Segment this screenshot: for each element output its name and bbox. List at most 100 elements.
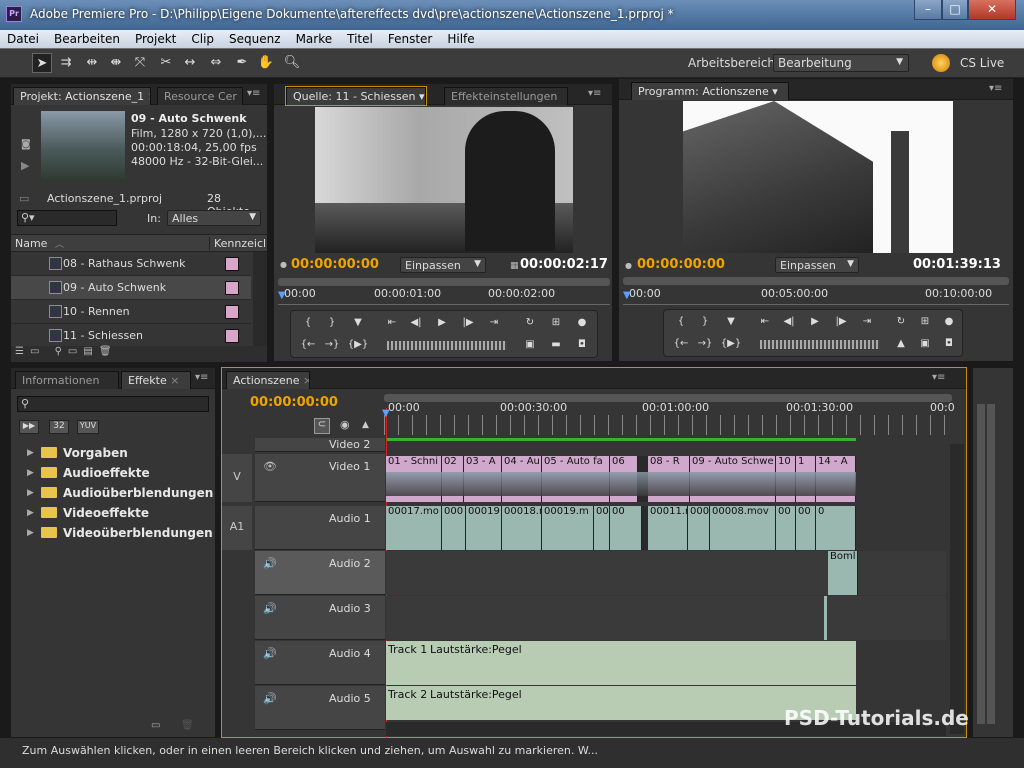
track-audio-4[interactable]: 🔊 Audio 4: [255, 641, 385, 685]
video-clip[interactable]: 09 - Auto Schwe: [690, 456, 776, 502]
zoom-tool-icon[interactable]: 🔍︎: [282, 53, 302, 73]
source-timecode[interactable]: 00:00:00:00: [291, 257, 379, 272]
slide-tool-icon[interactable]: ⇔: [206, 53, 226, 73]
menu-datei[interactable]: Datei: [0, 30, 47, 46]
track-audio-2[interactable]: 🔊 Audio 2: [255, 551, 385, 595]
menu-sequenz[interactable]: Sequenz: [222, 30, 289, 46]
col-name[interactable]: Name: [15, 237, 47, 250]
project-bottom-toolbar[interactable]: ☰▭ ⚲▭▤🗑: [11, 346, 267, 362]
audio-clip-sliver[interactable]: [824, 596, 827, 640]
tab-information[interactable]: Informationen: [15, 371, 119, 389]
audio-clip[interactable]: 00011.r: [648, 506, 688, 550]
workspace-select[interactable]: Bearbeitung ▼: [773, 54, 909, 72]
tab-resource[interactable]: Resource Cer: [157, 87, 243, 105]
overwrite-icon[interactable]: ▬: [545, 336, 567, 354]
video-target-v[interactable]: V: [222, 454, 252, 502]
speaker-icon[interactable]: 🔊: [263, 692, 277, 705]
menu-clip[interactable]: Clip: [184, 30, 222, 46]
jog-shuttle[interactable]: [760, 340, 880, 349]
eye-icon[interactable]: 👁: [263, 460, 277, 473]
cs-live-label[interactable]: CS Live: [960, 56, 1004, 70]
video-clip[interactable]: 03 - A: [464, 456, 502, 502]
camera-export-icon[interactable]: ◘: [938, 335, 960, 353]
list-item[interactable]: 10 - Rennen: [11, 300, 251, 324]
tab-effect-settings[interactable]: Effekteinstellungen: [444, 87, 568, 105]
track-audio-1[interactable]: Audio 1: [255, 506, 385, 550]
set-marker-icon[interactable]: ▲: [362, 420, 369, 430]
project-scrollbar[interactable]: [253, 252, 267, 348]
go-to-in-icon[interactable]: ⇤: [381, 314, 403, 332]
video-clip[interactable]: 04 - Au: [502, 456, 542, 502]
speaker-icon[interactable]: 🔊: [263, 602, 277, 615]
video-clip[interactable]: 08 - R: [648, 456, 690, 502]
add-marker-icon[interactable]: ▼: [720, 313, 742, 331]
step-back-icon[interactable]: ◀|: [405, 314, 427, 332]
minimize-button[interactable]: –: [914, 0, 942, 20]
audio-clip[interactable]: 00018.r: [502, 506, 542, 550]
audio-clip[interactable]: 00017.mo: [386, 506, 442, 550]
loop-icon[interactable]: ↻: [890, 313, 912, 331]
audio-clip[interactable]: 00019.m: [542, 506, 594, 550]
accelerated-effects-icon[interactable]: ▶▶: [19, 420, 39, 434]
video-clip[interactable]: 06: [610, 456, 638, 502]
timeline-ruler[interactable]: [384, 415, 952, 435]
track-audio-3[interactable]: 🔊 Audio 3: [255, 596, 385, 640]
tab-effects[interactable]: Effekte ×: [121, 371, 191, 389]
track-select-tool-icon[interactable]: ⇉: [56, 53, 76, 73]
extract-icon[interactable]: ▣: [914, 335, 936, 353]
go-prev-edit-icon[interactable]: {←: [670, 335, 692, 353]
tab-program[interactable]: Programm: Actionszene ▾: [631, 82, 789, 100]
go-next-marker-icon[interactable]: →}: [321, 336, 343, 354]
audio-clip[interactable]: 000: [688, 506, 710, 550]
mark-in-icon[interactable]: {: [670, 313, 692, 331]
play-in-to-out-icon[interactable]: {▶}: [720, 335, 742, 353]
camera-export-icon[interactable]: ◘: [571, 336, 593, 354]
volume-keyframe-label[interactable]: Lautstärke:Pegel: [430, 643, 522, 656]
play-icon[interactable]: ▶: [431, 314, 453, 332]
menu-hilfe[interactable]: Hilfe: [440, 30, 482, 46]
hand-tool-icon[interactable]: ✋: [256, 53, 276, 73]
audio-clip[interactable]: 000: [442, 506, 466, 550]
slip-tool-icon[interactable]: ↔: [180, 53, 200, 73]
speaker-icon[interactable]: 🔊: [263, 557, 277, 570]
menu-fenster[interactable]: Fenster: [381, 30, 441, 46]
panel-menu-icon[interactable]: ▾≡: [247, 88, 260, 99]
tab-source[interactable]: Quelle: 11 - Schiessen ▾: [285, 86, 427, 106]
go-to-in-icon[interactable]: ⇤: [754, 313, 776, 331]
delete-icon[interactable]: 🗑: [181, 720, 194, 731]
video-clip[interactable]: 02: [442, 456, 464, 502]
pen-tool-icon[interactable]: ✒: [232, 53, 252, 73]
list-item[interactable]: 08 - Rathaus Schwenk: [11, 252, 251, 276]
play-thumbnail-icon[interactable]: ▶: [21, 159, 29, 172]
audio-clip[interactable]: 00(: [594, 506, 610, 550]
loop-icon[interactable]: ↻: [519, 314, 541, 332]
ripple-edit-tool-icon[interactable]: ⇹: [82, 53, 102, 73]
mark-out-icon[interactable]: }: [694, 313, 716, 331]
panel-menu-icon[interactable]: ▾≡: [588, 88, 601, 99]
video-clip[interactable]: 14 - A: [816, 456, 856, 502]
panel-menu-icon[interactable]: ▾≡: [932, 372, 945, 383]
video-clip[interactable]: 1: [796, 456, 816, 502]
add-marker-icon[interactable]: ▼: [347, 314, 369, 332]
program-fit-select[interactable]: Einpassen ▼: [775, 257, 859, 273]
video-clip[interactable]: 05 - Auto fa: [542, 456, 610, 502]
selection-tool-icon[interactable]: ➤: [32, 53, 52, 73]
32bit-filter-button[interactable]: 32: [49, 420, 69, 434]
audio-clip[interactable]: 00: [610, 506, 642, 550]
step-forward-icon[interactable]: |▶: [457, 314, 479, 332]
jog-shuttle[interactable]: [387, 341, 507, 350]
panel-menu-icon[interactable]: ▾≡: [989, 83, 1002, 94]
audio-clip[interactable]: 00019: [466, 506, 502, 550]
panel-menu-icon[interactable]: ▾≡: [195, 372, 208, 383]
mark-out-icon[interactable]: }: [321, 314, 343, 332]
program-zoom-bar[interactable]: [623, 277, 1009, 285]
new-bin-icon[interactable]: ▭: [151, 720, 160, 731]
track-video-1[interactable]: 👁 Video 1: [255, 454, 385, 502]
playhead-handle-icon[interactable]: ▼: [382, 408, 390, 419]
tab-sequence[interactable]: Actionszene ×: [226, 371, 310, 389]
mark-in-icon[interactable]: {: [297, 314, 319, 332]
source-playhead[interactable]: ▼: [278, 290, 288, 304]
go-to-out-icon[interactable]: ⇥: [856, 313, 878, 331]
close-button[interactable]: ✕: [968, 0, 1016, 20]
track-audio-5[interactable]: 🔊 Audio 5: [255, 686, 385, 730]
